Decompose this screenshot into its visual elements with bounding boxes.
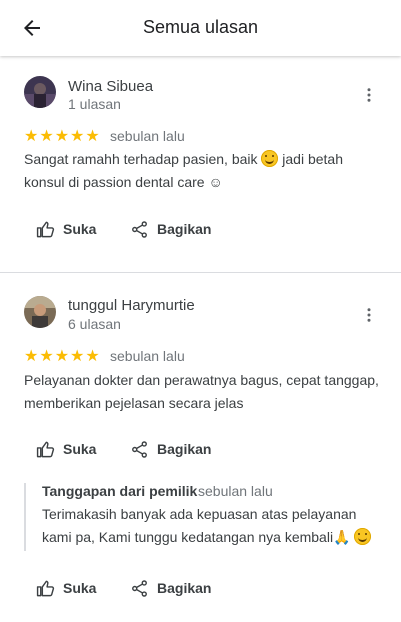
smiling-face-icon [354,528,372,545]
share-label: Bagikan [157,580,212,596]
like-label: Suka [63,580,97,596]
share-icon [132,220,147,238]
review-count: 6 ulasan [68,316,121,332]
app-bar: Semua ulasan [0,0,401,56]
owner-reply-date: sebulan lalu [198,483,273,499]
review-text: Sangat ramahh terhadap pasien, baik jadi… [24,148,384,194]
more-options-icon[interactable] [360,86,378,104]
share-icon [132,579,147,597]
smiling-face-icon [261,150,279,167]
reviewer-name[interactable]: tunggul Harymurtie [68,297,195,314]
thumbs-up-icon [36,580,55,596]
like-label: Suka [63,221,97,237]
review-date: sebulan lalu [110,348,185,364]
review-count: 1 ulasan [68,96,121,112]
like-button[interactable]: Suka [36,215,96,243]
star-rating: ★★★★★ [24,128,101,145]
share-button[interactable]: Bagikan [130,574,211,602]
avatar[interactable] [24,296,56,328]
review-card: Wina Sibuea 1 ulasan ★★★★★ sebulan lalu … [0,56,401,272]
page-title: Semua ulasan [142,17,259,37]
review-date: sebulan lalu [110,128,185,144]
share-label: Bagikan [157,441,212,457]
owner-reply-label: Tanggapan dari pemilik [42,483,198,499]
owner-reply-text-content: Terimakasih banyak ada kepuasan atas pel… [42,506,357,545]
owner-reply: Tanggapan dari pemilik sebulan lalu Teri… [24,483,386,551]
review-text-part-1: Sangat ramahh terhadap pasien, baik [24,151,258,167]
avatar[interactable] [24,76,56,108]
thumbs-up-icon [36,441,55,457]
like-button[interactable]: Suka [36,574,96,602]
more-options-icon[interactable] [360,306,378,324]
share-button[interactable]: Bagikan [130,215,211,243]
review-text: Pelayanan dokter dan perawatnya bagus, c… [24,372,379,411]
review-card: tunggul Harymurtie 6 ulasan ★★★★★ sebula… [0,273,401,622]
like-label: Suka [63,441,97,457]
owner-reply-text: Terimakasih banyak ada kepuasan atas pel… [42,503,372,549]
reviewer-name[interactable]: Wina Sibuea [68,78,153,95]
star-rating: ★★★★★ [24,348,101,365]
thumbs-up-icon [36,221,55,237]
share-button[interactable]: Bagikan [130,435,211,463]
share-label: Bagikan [157,221,212,237]
like-button[interactable]: Suka [36,435,96,463]
share-icon [132,440,147,458]
